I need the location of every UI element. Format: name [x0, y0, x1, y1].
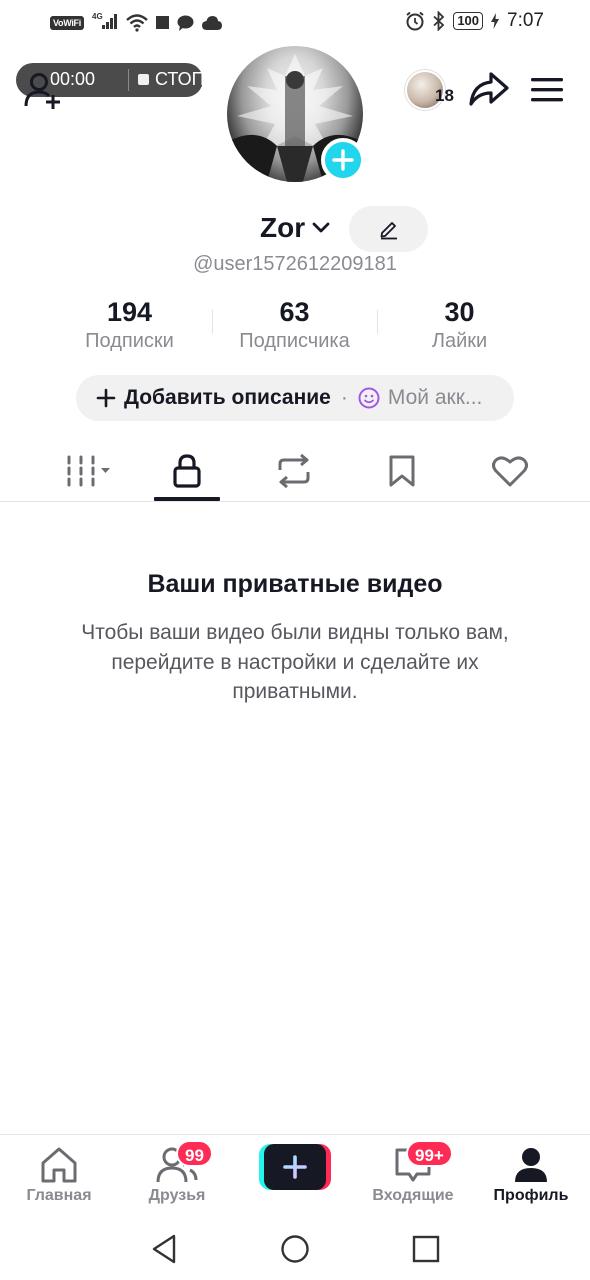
add-description-label: Добавить описание: [124, 386, 331, 409]
bookmark-icon: [389, 455, 415, 487]
empty-state-body: Чтобы ваши видео были видны только вам, …: [81, 621, 509, 703]
repost-icon: [278, 454, 310, 488]
plus-icon: [332, 149, 354, 171]
empty-state-title: Ваши приватные видео: [147, 570, 443, 598]
add-friend-icon[interactable]: [24, 70, 64, 110]
share-icon[interactable]: [468, 70, 510, 108]
plus-icon: [96, 388, 116, 408]
tab-private[interactable]: [157, 448, 217, 494]
grid-filter-icon: [67, 455, 110, 487]
following-label: Подписки: [85, 330, 174, 352]
clock: 7:07: [507, 10, 544, 31]
signal-icon: 4G: [92, 12, 118, 33]
cloud-icon: [201, 15, 222, 30]
menu-icon[interactable]: [530, 76, 564, 104]
followers-label: Подписчика: [239, 330, 350, 352]
chevron-down-icon: [312, 222, 330, 233]
add-avatar-button[interactable]: [321, 138, 365, 182]
stat-followers[interactable]: 63 Подписчика: [212, 296, 377, 353]
tab-videos[interactable]: [56, 448, 116, 494]
account-switcher[interactable]: Zor: [260, 212, 331, 244]
tab-liked[interactable]: [480, 448, 540, 494]
nav-profile[interactable]: Профиль: [476, 1145, 586, 1205]
lock-icon: [173, 454, 201, 488]
vowifi-icon: VoWiFi: [50, 15, 84, 30]
status-icons-right: 100 7:07: [405, 10, 544, 32]
stat-likes[interactable]: 30 Лайки: [377, 296, 542, 353]
heart-icon: [492, 456, 528, 487]
active-tab-indicator: [154, 497, 220, 501]
recording-stop-button[interactable]: СТОП: [155, 69, 205, 90]
following-count: 194: [106, 297, 153, 327]
system-navigation-bar: [0, 1218, 590, 1280]
separator-dot: ·: [340, 386, 348, 409]
status-icons-left: VoWiFi 4G: [50, 12, 222, 33]
nav-home[interactable]: Главная: [4, 1145, 114, 1205]
bluetooth-icon: [433, 11, 445, 31]
inbox-badge: 99+: [406, 1140, 453, 1167]
display-name: Zor: [260, 212, 306, 243]
divider: [128, 69, 129, 91]
edit-profile-button[interactable]: [349, 206, 428, 252]
home-circle-icon[interactable]: [278, 1232, 312, 1266]
likes-count: 30: [444, 297, 475, 327]
profile-icon: [515, 1148, 547, 1182]
story-count: 18: [435, 86, 454, 105]
stat-following[interactable]: 194 Подписки: [47, 296, 212, 353]
pencil-icon: [380, 222, 397, 240]
svg-text:4G: 4G: [92, 12, 103, 21]
nav-home-label: Главная: [26, 1187, 92, 1204]
battery-icon: 100: [453, 12, 484, 30]
recents-square-icon[interactable]: [409, 1232, 443, 1266]
chat-notification-icon: [177, 15, 194, 31]
home-icon: [41, 1147, 77, 1183]
tab-reposts[interactable]: [264, 448, 324, 494]
followers-count: 63: [279, 297, 310, 327]
nav-inbox-label: Входящие: [372, 1187, 454, 1204]
status-bar: VoWiFi 4G 100 7:07: [0, 0, 590, 46]
charging-icon: [491, 13, 500, 29]
square-notification-icon: [155, 16, 169, 29]
wifi-icon: [126, 13, 148, 32]
back-triangle-icon[interactable]: [148, 1232, 182, 1266]
stop-square-icon: [138, 74, 149, 85]
user-handle: @user1572612209181: [193, 253, 397, 275]
my-account-label: Мой акк...: [387, 386, 483, 409]
friends-badge: 99: [176, 1140, 213, 1167]
tab-saved[interactable]: [372, 448, 432, 494]
create-button-face: [264, 1144, 326, 1190]
alarm-icon: [406, 11, 424, 31]
likes-label: Лайки: [431, 330, 488, 352]
nav-profile-label: Профиль: [493, 1187, 569, 1204]
profile-tabs: [0, 440, 590, 502]
add-bio-button[interactable]: Добавить описание · Мой акк...: [76, 375, 514, 421]
smile-icon: [358, 387, 380, 409]
nav-friends-label: Друзья: [148, 1187, 206, 1204]
plus-icon: [283, 1155, 307, 1179]
create-video-button[interactable]: [259, 1144, 331, 1190]
